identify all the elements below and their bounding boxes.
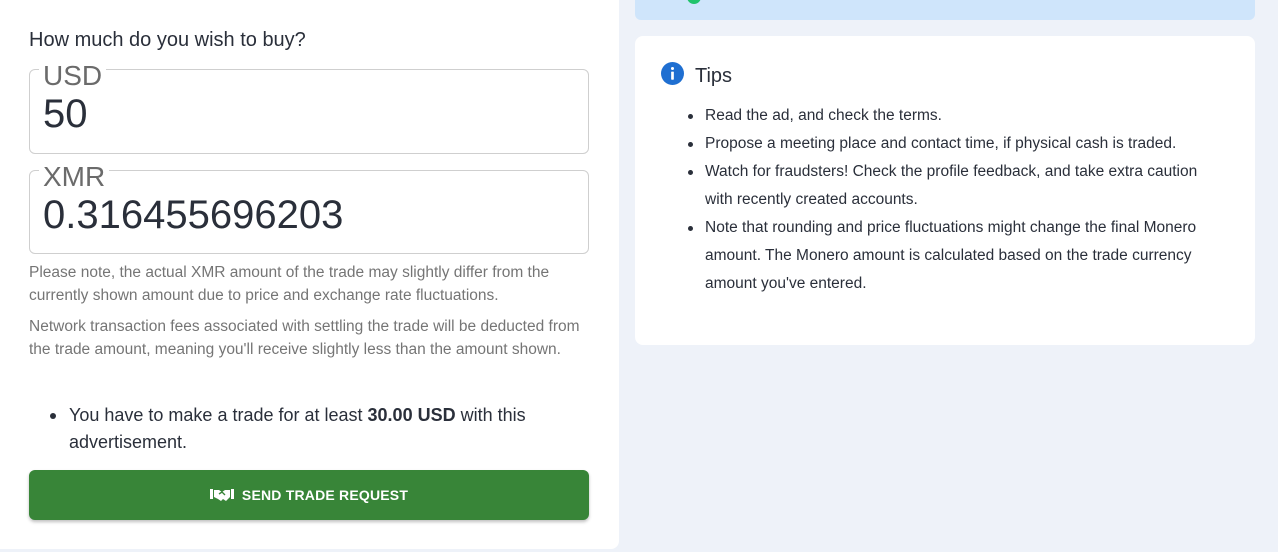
trade-form-panel: How much do you wish to buy? USD 50 XMR … xyxy=(0,0,619,549)
crypto-currency-label: XMR xyxy=(39,163,110,191)
tips-header: Tips xyxy=(661,62,732,90)
amount-question: How much do you wish to buy? xyxy=(29,29,306,51)
minimum-trade-item: You have to make a trade for at least 30… xyxy=(29,402,589,456)
handshake-icon xyxy=(209,487,234,503)
tip-item: Note that rounding and price fluctuation… xyxy=(688,214,1225,298)
tips-title: Tips xyxy=(695,64,733,87)
fees-note: Network transaction fees associated with… xyxy=(29,318,580,358)
send-trade-request-button[interactable]: SEND TRADE REQUEST xyxy=(29,470,589,520)
info-icon xyxy=(661,62,695,90)
crypto-amount-input[interactable]: 0.316455696203 xyxy=(43,193,343,237)
fiat-currency-label: USD xyxy=(39,62,107,90)
send-trade-request-label: SEND TRADE REQUEST xyxy=(241,487,409,503)
tip-item: Watch for fraudsters! Check the profile … xyxy=(688,158,1225,214)
tip-item: Read the ad, and check the terms. xyxy=(688,102,1225,130)
crypto-amount-field[interactable]: XMR 0.316455696203 xyxy=(29,163,589,254)
minimum-trade-list: You have to make a trade for at least 30… xyxy=(29,402,589,456)
fiat-amount-input[interactable]: 50 xyxy=(43,92,88,136)
tips-list: Read the ad, and check the terms. Propos… xyxy=(688,102,1225,298)
fiat-amount-field[interactable]: USD 50 xyxy=(29,62,589,154)
status-banner xyxy=(635,0,1255,20)
fluctuation-note: Please note, the actual XMR amount of th… xyxy=(29,264,550,304)
minimum-amount: 30.00 USD xyxy=(367,405,456,425)
minimum-prefix: You have to make a trade for at least xyxy=(69,405,368,425)
status-dot-icon xyxy=(687,0,701,4)
tip-item: Propose a meeting place and contact time… xyxy=(688,130,1225,158)
tips-card: Tips Read the ad, and check the terms. P… xyxy=(635,36,1255,345)
